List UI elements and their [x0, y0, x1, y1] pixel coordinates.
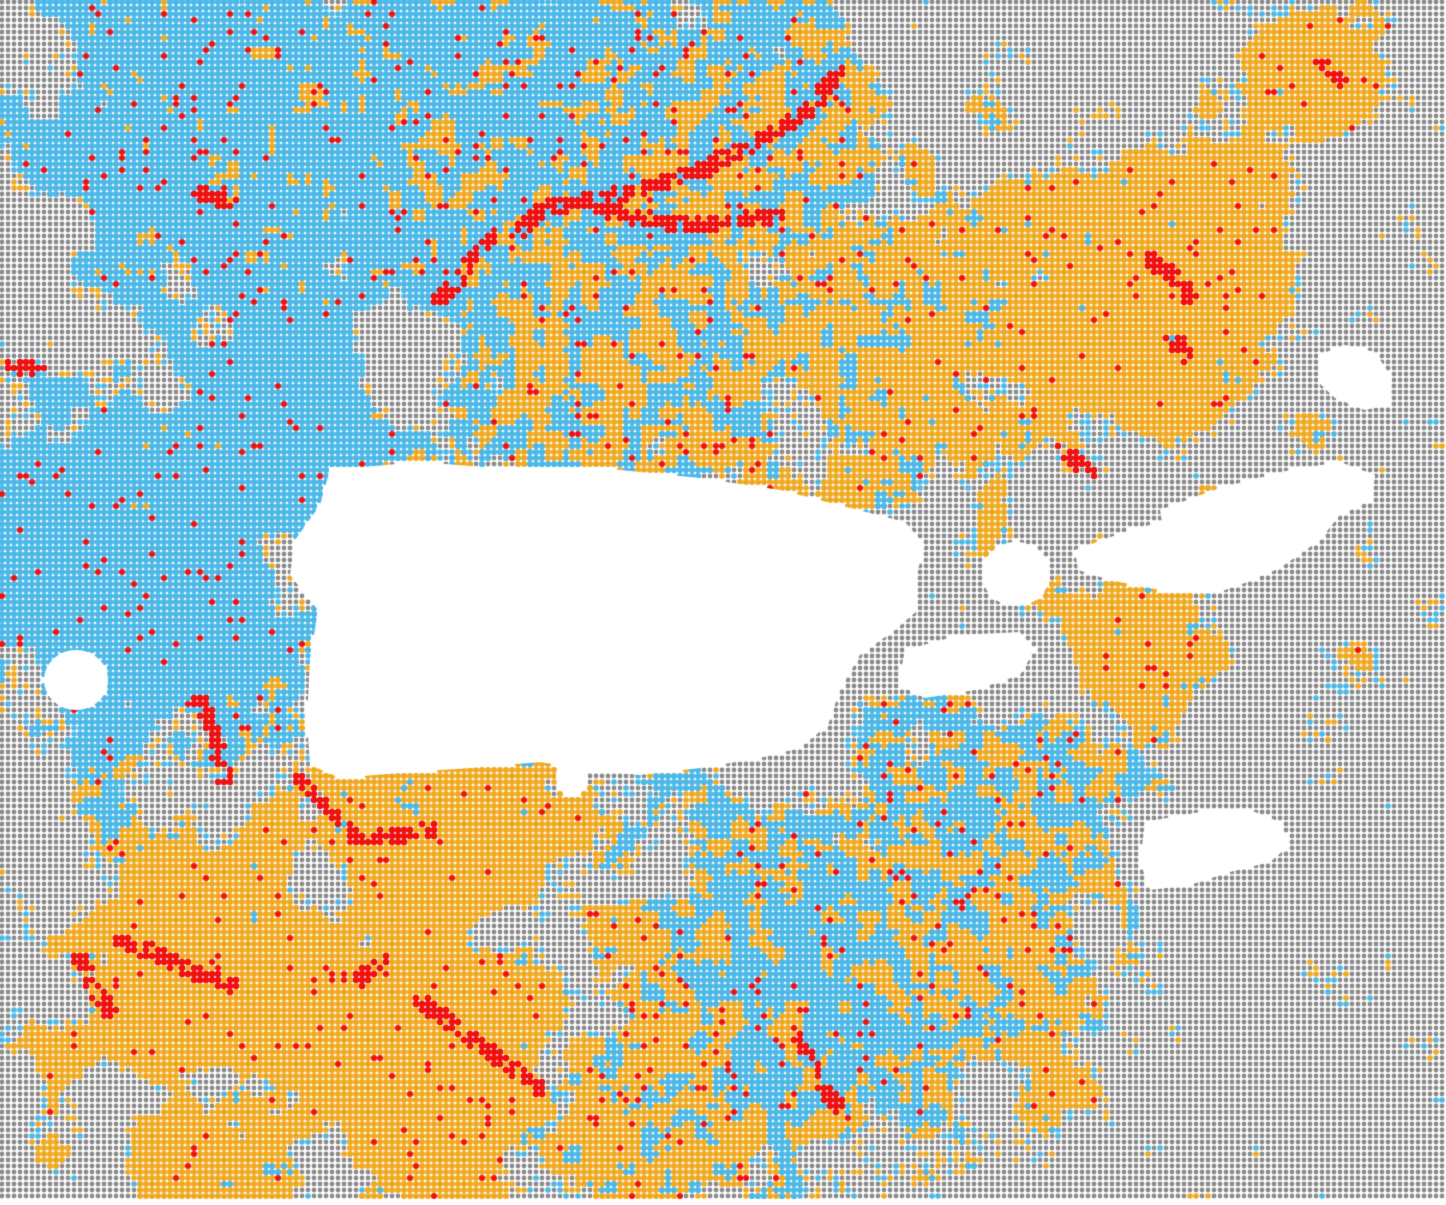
grid-dot-map[interactable] [0, 0, 1446, 1205]
map-frame [0, 0, 1446, 1205]
